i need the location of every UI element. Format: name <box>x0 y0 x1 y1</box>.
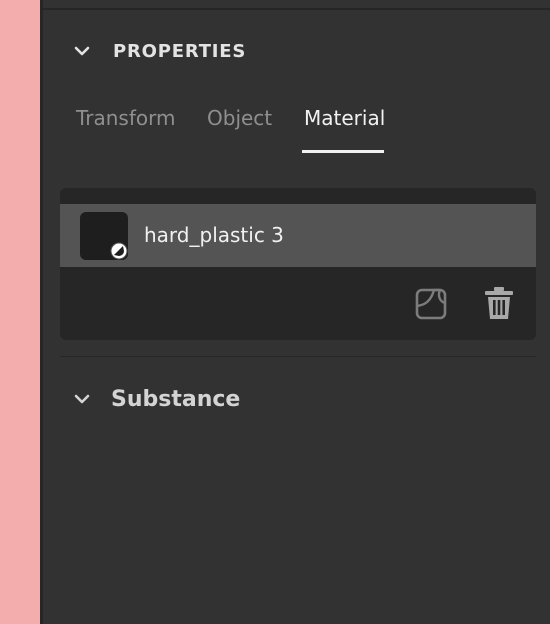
substance-title: Substance <box>111 386 241 412</box>
material-badge-icon <box>110 242 128 260</box>
trash-icon[interactable] <box>481 285 517 321</box>
chevron-down-icon <box>74 46 90 56</box>
active-tab-indicator <box>302 150 384 153</box>
material-name: hard_plastic 3 <box>144 223 284 247</box>
material-list-item[interactable]: hard_plastic 3 <box>60 204 536 267</box>
chevron-down-icon <box>74 394 90 404</box>
viewport-canvas-edge <box>0 0 40 624</box>
tab-object[interactable]: Object <box>207 106 272 130</box>
properties-section-header[interactable]: PROPERTIES <box>73 36 246 66</box>
section-divider <box>60 356 536 357</box>
material-card: hard_plastic 3 <box>60 188 536 340</box>
panel-top-divider <box>43 8 550 10</box>
substance-section-header[interactable]: Substance <box>73 383 240 415</box>
tab-material[interactable]: Material <box>304 106 385 130</box>
properties-title: PROPERTIES <box>113 40 247 62</box>
tab-transform[interactable]: Transform <box>76 106 175 130</box>
properties-panel: PROPERTIES Transform Object Material har… <box>43 0 550 624</box>
material-swap-icon[interactable] <box>414 287 448 321</box>
